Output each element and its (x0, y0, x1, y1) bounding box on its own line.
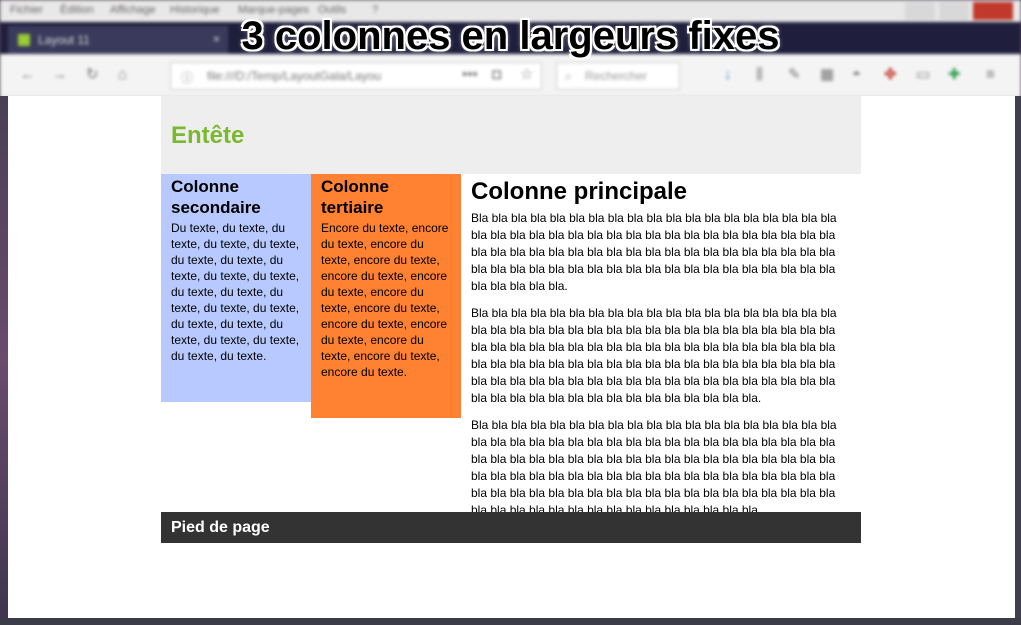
footer-text: Pied de page (171, 519, 270, 536)
main-title: Colonne principale (471, 178, 688, 205)
bookmark-star-icon[interactable]: ☆ (520, 67, 536, 83)
window-bottom-edge (0, 618, 1021, 625)
main-paragraph: Bla bla bla bla bla bla bla bla bla bla … (471, 306, 837, 405)
page-footer: Pied de page (161, 512, 861, 543)
url-text: file:///D:/Temp/LayoutGala/Layou (207, 69, 382, 83)
download-icon[interactable]: ↓ (724, 67, 740, 83)
main-paragraph: Bla bla bla bla bla bla bla bla bla bla … (471, 211, 837, 293)
header-title: Entête (171, 122, 245, 149)
nav-bar: ← → ↻ ⌂ ⓘ file:///D:/Temp/LayoutGala/Lay… (0, 54, 1021, 96)
library-icon[interactable]: ⫼ (756, 67, 772, 83)
tertiary-text: Encore du texte, encore du texte, encore… (321, 221, 449, 379)
addon-icon[interactable]: ✚ (948, 67, 964, 83)
columns: Colonne secondaire Du texte, du texte, d… (161, 174, 861, 517)
sidebar-icon[interactable]: ▭ (916, 67, 932, 83)
menu-icon[interactable]: ≡ (986, 67, 1002, 83)
search-placeholder: Rechercher (585, 69, 648, 83)
search-icon: ⌕ (565, 69, 572, 83)
search-box[interactable]: ⌕ Rechercher (556, 62, 680, 90)
tertiary-column: Colonne tertiaire Encore du texte, encor… (311, 174, 461, 418)
reload-icon[interactable]: ↻ (86, 67, 102, 83)
forward-icon[interactable]: → (52, 67, 68, 83)
url-bar[interactable]: ⓘ file:///D:/Temp/LayoutGala/Layou (170, 62, 542, 90)
page-header: Entête (161, 96, 861, 174)
pen-icon[interactable]: ✎ (788, 67, 804, 83)
extension-icon[interactable]: ✤ (884, 67, 900, 83)
pocket-icon[interactable]: ◘ (492, 67, 508, 83)
page-viewport: Entête Colonne secondaire Du texte, du t… (8, 96, 1015, 618)
secondary-column: Colonne secondaire Du texte, du texte, d… (161, 174, 311, 402)
secondary-title: Colonne secondaire (171, 177, 261, 217)
window-border (1015, 96, 1021, 625)
home-icon[interactable]: ⌂ (118, 67, 134, 83)
main-paragraph: Bla bla bla bla bla bla bla bla bla bla … (471, 418, 837, 517)
back-icon[interactable]: ← (20, 67, 36, 83)
layout-page: Entête Colonne secondaire Du texte, du t… (161, 96, 861, 517)
desktop-background (0, 96, 8, 625)
page-actions-icon[interactable]: ••• (462, 67, 478, 83)
secondary-text: Du texte, du texte, du texte, du texte, … (171, 221, 300, 363)
main-column: Colonne principale Bla bla bla bla bla b… (461, 174, 861, 529)
info-icon[interactable]: ⓘ (181, 69, 193, 86)
overlay-title: 3 colonnes en largeurs fixes (241, 14, 780, 58)
tertiary-title: Colonne tertiaire (321, 177, 389, 217)
grid-icon[interactable]: ▦ (820, 67, 836, 83)
mask-icon[interactable]: ◓ (852, 67, 868, 83)
